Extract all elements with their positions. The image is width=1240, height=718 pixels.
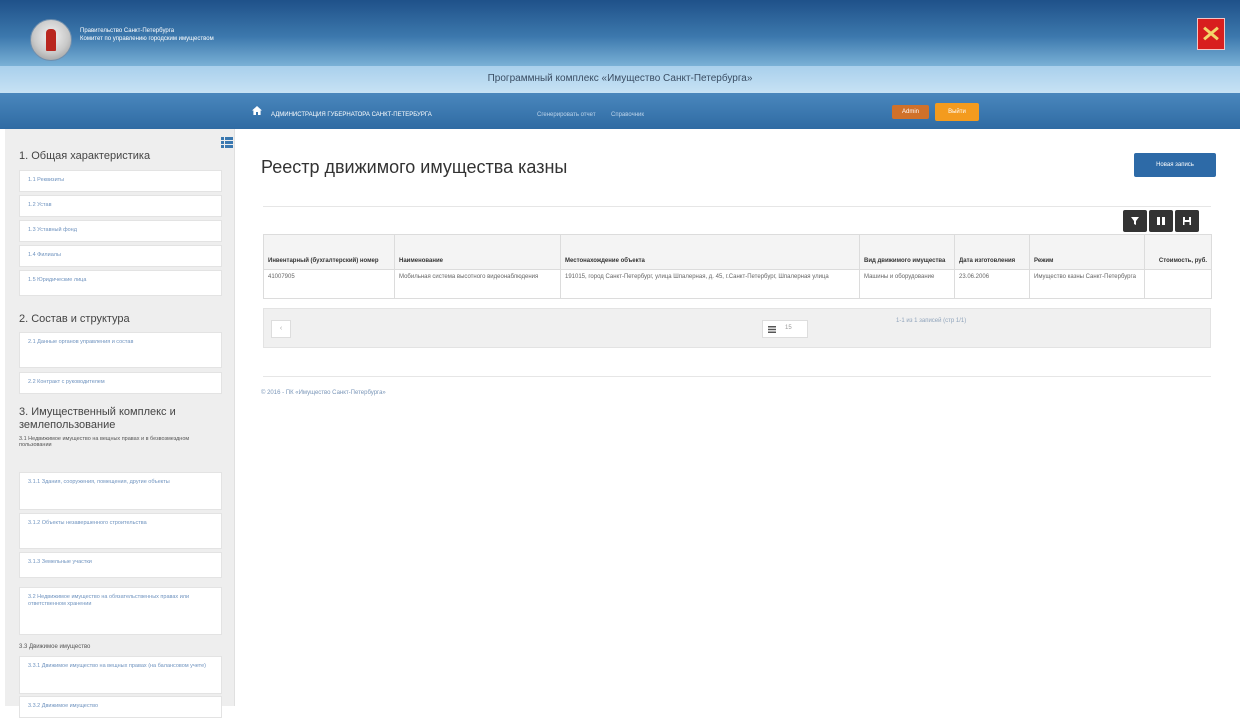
- sidebar-item-legal-entities[interactable]: 1.5 Юридические лица: [19, 270, 222, 296]
- sidebar-item-branches[interactable]: 1.4 Филиалы: [19, 245, 222, 267]
- section-real-estate-subtitle: 3.1 Недвижимое имущество на вещных права…: [19, 436, 190, 448]
- section-property-title: 3. Имущественный комплекс и землепользов…: [19, 406, 176, 431]
- nav-generate-report[interactable]: Сгенерировать отчет: [537, 112, 596, 118]
- app-title: Программный комплекс «Имущество Санкт-Пе…: [487, 73, 753, 84]
- table-toolbar: [1123, 210, 1199, 232]
- table-row[interactable]: 41007905 Мобильная система высотного вид…: [263, 269, 1212, 299]
- pagination-bar: ‹ 15 1-1 из 1 записей (стр 1/1): [263, 308, 1211, 348]
- section-movable-subtitle: 3.3 Движимое имущество: [19, 644, 91, 650]
- col-mode[interactable]: Режим: [1029, 234, 1145, 270]
- list-icon[interactable]: [221, 137, 233, 148]
- sidebar-item-land-plots[interactable]: 3.1.3 Земельные участки: [19, 552, 222, 578]
- nav-administration[interactable]: АДМИНИСТРАЦИЯ ГУБЕРНАТОРА САНКТ-ПЕТЕРБУР…: [271, 112, 432, 118]
- org-line-1: Правительство Санкт-Петербурга: [80, 28, 175, 34]
- footer-copyright: © 2016 - ПК «Имущество Санкт-Петербурга»: [261, 390, 386, 396]
- top-banner: Правительство Санкт-Петербурга Комитет п…: [0, 0, 1240, 66]
- divider: [263, 376, 1211, 377]
- sidebar-item-management-bodies[interactable]: 2.1 Данные органов управления и состав: [19, 332, 222, 368]
- cell-mode: Имущество казны Санкт-Петербурга: [1029, 269, 1145, 299]
- section-general-title: 1. Общая характеристика: [19, 150, 151, 162]
- col-inventory-number[interactable]: Инвентарный (бухгалтерский) номер: [263, 234, 395, 270]
- cell-cost: [1144, 269, 1212, 299]
- home-icon[interactable]: [252, 106, 262, 115]
- sidebar-item-buildings[interactable]: 3.1.1 Здания, сооружения, помещения, дру…: [19, 472, 222, 510]
- col-property-type[interactable]: Вид движимого имущества: [859, 234, 955, 270]
- sidebar-item-movable-property[interactable]: 3.3.2 Движимое имущество: [19, 696, 222, 718]
- org-line-2: Комитет по управлению городским имуществ…: [80, 36, 214, 42]
- sidebar-item-unfinished-construction[interactable]: 3.1.2 Объекты незавершенного строительст…: [19, 513, 222, 549]
- new-record-button[interactable]: Новая запись: [1134, 153, 1216, 177]
- export-button[interactable]: [1175, 210, 1199, 232]
- sidebar-item-requisites[interactable]: 1.1 Реквизиты: [19, 170, 222, 192]
- export-icon: [1183, 217, 1191, 225]
- sidebar-item-real-estate-obligations[interactable]: 3.2 Недвижимое имущество на обязательств…: [19, 587, 222, 635]
- columns-icon: [1157, 217, 1165, 225]
- coat-of-arms-icon: [30, 19, 72, 61]
- pagination-info: 1-1 из 1 записей (стр 1/1): [896, 318, 967, 324]
- admin-button[interactable]: Admin: [892, 105, 929, 119]
- cell-inventory-number: 41007905: [263, 269, 395, 299]
- columns-button[interactable]: [1149, 210, 1173, 232]
- logout-button[interactable]: Выйти: [935, 103, 979, 121]
- cell-manufacture-date: 23.06.2006: [954, 269, 1030, 299]
- prev-page-button[interactable]: ‹: [271, 320, 291, 338]
- sidebar-item-director-contract[interactable]: 2.2 Контракт с руководителем: [19, 372, 222, 394]
- col-cost[interactable]: Стоимость, руб.: [1144, 234, 1212, 270]
- page-size-value: 15: [785, 325, 792, 331]
- divider: [263, 206, 1211, 207]
- cell-location: 191015, город Санкт-Петербург, улица Шпа…: [560, 269, 860, 299]
- sidebar-item-charter[interactable]: 1.2 Устав: [19, 195, 222, 217]
- page-title: Реестр движимого имущества казны: [261, 157, 568, 177]
- filter-button[interactable]: [1123, 210, 1147, 232]
- list-icon: [768, 326, 776, 333]
- spb-flag-icon: [1197, 18, 1225, 50]
- cell-property-type: Машины и оборудование: [859, 269, 955, 299]
- sidebar-item-movable-property-rights[interactable]: 3.3.1 Движимое имущество на вещных права…: [19, 656, 222, 694]
- organization-name: Правительство Санкт-Петербурга Комитет п…: [80, 27, 214, 43]
- sidebar-item-authorized-fund[interactable]: 1.3 Уставный фонд: [19, 220, 222, 242]
- section-structure-title: 2. Состав и структура: [19, 313, 130, 325]
- filter-icon: [1131, 217, 1139, 225]
- col-manufacture-date[interactable]: Дата изготовления: [954, 234, 1030, 270]
- col-location[interactable]: Местонахождение объекта: [560, 234, 860, 270]
- col-name[interactable]: Наименование: [394, 234, 561, 270]
- page-size-select[interactable]: 15: [762, 320, 808, 338]
- registry-table: Инвентарный (бухгалтерский) номер Наимен…: [263, 234, 1212, 299]
- nav-directory[interactable]: Справочник: [611, 112, 644, 118]
- navbar: [0, 93, 1240, 129]
- cell-name: Мобильная система высотного видеонаблюде…: [394, 269, 561, 299]
- table-header-row: Инвентарный (бухгалтерский) номер Наимен…: [263, 234, 1212, 270]
